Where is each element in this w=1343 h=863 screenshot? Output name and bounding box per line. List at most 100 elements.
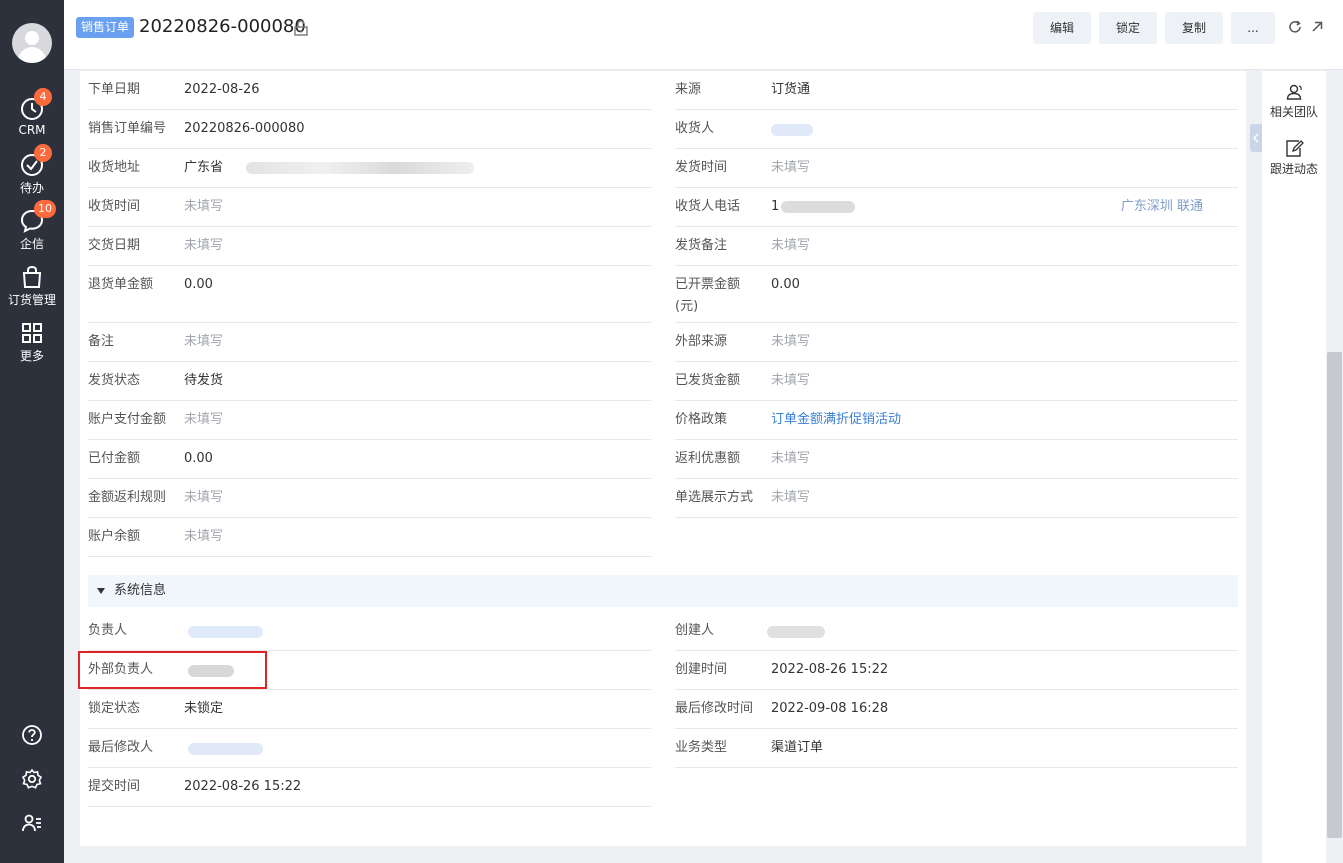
copy-button[interactable]: 复制 [1165, 12, 1223, 44]
nav-item-label: 订货管理 [7, 293, 56, 307]
field-value: 待发货 [184, 373, 224, 388]
field-label: 业务类型 [675, 740, 728, 755]
field-value: 2022-08-26 15:22 [771, 662, 889, 677]
help-icon[interactable] [21, 724, 43, 746]
field-value: 未填写 [771, 373, 811, 388]
redacted-owner-link[interactable] [188, 626, 263, 638]
field-row: 已发货金额 未填写 [675, 362, 1238, 401]
section-header-system-info[interactable]: 系统信息 [88, 575, 1238, 607]
open-external-icon[interactable] [1309, 19, 1325, 35]
edit-button[interactable]: 编辑 [1033, 12, 1091, 44]
scrollbar-thumb[interactable] [1327, 352, 1342, 838]
nav-item-messages[interactable]: 企信 10 [0, 200, 64, 252]
page-title: 20220826-000080 [139, 16, 306, 37]
field-row: 创建人 [675, 612, 1238, 651]
nav-item-crm[interactable]: CRM 4 [0, 88, 64, 137]
left-nav: CRM 4 待办 2 企信 10 订货管理 更多 [0, 0, 64, 863]
field-value: 未填写 [771, 451, 811, 466]
field-value: 未填写 [184, 238, 224, 253]
field-label: 来源 [675, 82, 702, 97]
nav-item-order-management[interactable]: 订货管理 [0, 264, 64, 308]
edit-note-icon [1286, 140, 1304, 157]
field-label: 负责人 [88, 623, 128, 638]
field-label: 价格政策 [675, 412, 728, 427]
field-label: 返利优惠额 [675, 451, 741, 466]
lock-button[interactable]: 锁定 [1099, 12, 1157, 44]
user-list-icon[interactable] [21, 812, 43, 834]
field-value: 未填写 [184, 412, 224, 427]
object-type-tag: 销售订单 [76, 17, 135, 38]
more-button[interactable]: ... [1231, 12, 1275, 44]
field-value: 1 [771, 199, 780, 214]
field-label: 发货备注 [675, 238, 728, 253]
settings-icon[interactable] [21, 768, 43, 790]
field-row: 收货时间 未填写 [88, 188, 651, 227]
field-label: 最后修改时间 [675, 701, 754, 716]
field-row: 已付金额 0.00 [88, 440, 651, 479]
field-label: 创建时间 [675, 662, 728, 677]
field-row: 收货地址 广东省 [88, 149, 651, 188]
notification-badge: 4 [34, 88, 52, 106]
collapse-caret-icon [97, 588, 105, 594]
field-row: 业务类型 渠道订单 [675, 729, 1238, 768]
field-row: 负责人 [88, 612, 651, 651]
field-row: 提交时间 2022-08-26 15:22 [88, 768, 651, 807]
field-row: 发货时间 未填写 [675, 149, 1238, 188]
field-row: 最后修改人 [88, 729, 651, 768]
field-row: 价格政策 订单金额满折促销活动 [675, 401, 1238, 440]
nav-item-label: 企信 [19, 237, 44, 251]
field-row: 账户余额 未填写 [88, 518, 651, 557]
field-label: 销售订单编号 [88, 121, 167, 136]
redacted-phone [781, 201, 855, 213]
phone-location-label: 广东深圳 联通 [1120, 199, 1203, 214]
nav-item-label: 更多 [19, 349, 44, 363]
notification-badge: 2 [34, 144, 52, 162]
field-row: 交货日期 未填写 [88, 227, 651, 266]
field-row: 发货备注 未填写 [675, 227, 1238, 266]
field-label: 最后修改人 [88, 740, 154, 755]
field-value: 未填写 [771, 490, 811, 505]
field-label: 创建人 [675, 623, 715, 638]
field-value: 订货通 [771, 82, 811, 97]
panel-collapse-handle[interactable] [1250, 124, 1262, 152]
field-row: 发货状态 待发货 [88, 362, 651, 401]
field-row: 返利优惠额 未填写 [675, 440, 1238, 479]
field-label: 收货时间 [88, 199, 141, 214]
redacted-last-modifier-link[interactable] [188, 743, 263, 755]
right-panel-label: 跟进动态 [1269, 162, 1318, 176]
field-label: 锁定状态 [88, 701, 141, 716]
right-panel-label: 相关团队 [1269, 105, 1318, 119]
nav-item-todo[interactable]: 待办 2 [0, 144, 64, 196]
field-label: 交货日期 [88, 238, 141, 253]
nav-item-label: CRM [18, 123, 46, 137]
field-value: 未填写 [771, 160, 811, 175]
refresh-icon[interactable] [1287, 19, 1303, 35]
right-panel: 相关团队 跟进动态 [1262, 71, 1326, 863]
field-value: 2022-08-26 15:22 [184, 779, 302, 794]
field-label: 提交时间 [88, 779, 141, 794]
field-value: 未填写 [771, 238, 811, 253]
field-value: 未填写 [184, 529, 224, 544]
notification-badge: 10 [34, 200, 56, 218]
field-label: 发货状态 [88, 373, 141, 388]
redacted-address [246, 162, 474, 174]
field-row: 创建时间 2022-08-26 15:22 [675, 651, 1238, 690]
field-value: 未填写 [184, 334, 224, 349]
detail-card: 下单日期 2022-08-26 销售订单编号 20220826-000080 收… [80, 71, 1246, 846]
field-label-line2: (元) [675, 299, 699, 314]
avatar[interactable] [12, 23, 52, 63]
field-row: 来源 订货通 [675, 71, 1238, 110]
field-row: 销售订单编号 20220826-000080 [88, 110, 651, 149]
field-value: 未填写 [184, 199, 224, 214]
related-team-button[interactable]: 相关团队 [1262, 83, 1326, 120]
field-row: 已开票金额 (元) 0.00 [675, 266, 1238, 323]
field-row: 备注 未填写 [88, 323, 651, 362]
follow-up-button[interactable]: 跟进动态 [1262, 138, 1326, 177]
grid-icon [22, 323, 42, 343]
team-icon [1286, 84, 1302, 100]
field-row: 收货人 [675, 110, 1238, 149]
nav-item-more[interactable]: 更多 [0, 320, 64, 364]
price-policy-link[interactable]: 订单金额满折促销活动 [771, 409, 901, 431]
field-label: 收货人 [675, 121, 715, 136]
redacted-receiver-link[interactable] [771, 124, 813, 136]
